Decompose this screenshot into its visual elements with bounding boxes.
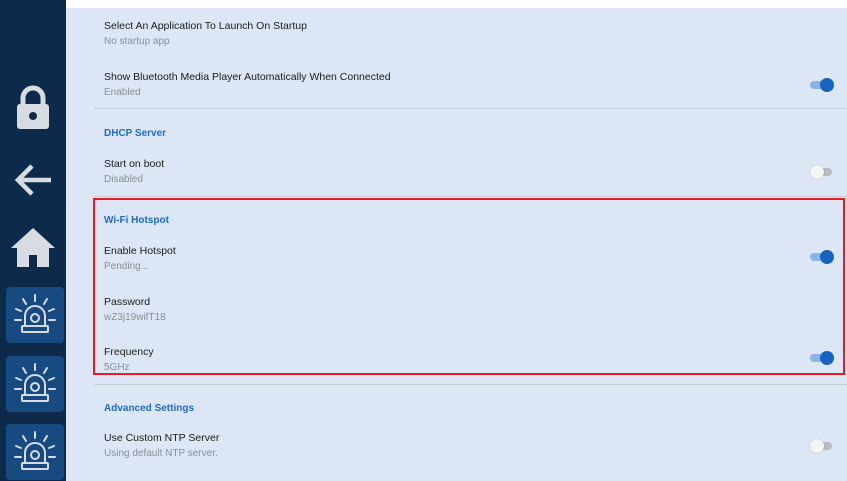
home-button[interactable] [0, 222, 66, 272]
setting-title: Use Custom NTP Server [104, 432, 220, 444]
sidebar [0, 0, 66, 481]
alarm-beacon-icon [14, 294, 56, 333]
alarm-beacon-icon [14, 363, 56, 402]
alarm-button-3[interactable] [6, 424, 64, 480]
custom-ntp-toggle[interactable] [810, 439, 834, 453]
alarm-beacon-icon [14, 431, 56, 470]
alarm-button-1[interactable] [6, 287, 64, 343]
back-button[interactable] [0, 155, 66, 205]
bluetooth-media-toggle[interactable] [810, 78, 834, 92]
setting-bluetooth-media[interactable]: Show Bluetooth Media Player Automaticall… [104, 68, 834, 104]
start-on-boot-toggle[interactable] [810, 165, 834, 179]
setting-value: No startup app [104, 36, 170, 47]
section-header-dhcp: DHCP Server [104, 128, 167, 139]
setting-start-on-boot[interactable]: Start on boot Disabled [104, 154, 834, 190]
divider [94, 384, 847, 385]
setting-title: Start on boot [104, 158, 165, 170]
setting-title: Show Bluetooth Media Player Automaticall… [104, 71, 391, 83]
settings-list: Select An Application To Launch On Start… [66, 8, 847, 481]
highlight-box [93, 198, 845, 375]
setting-value: Disabled [104, 174, 143, 185]
section-header-advanced: Advanced Settings [104, 403, 195, 414]
setting-startup-app[interactable]: Select An Application To Launch On Start… [104, 16, 834, 52]
alarm-button-2[interactable] [6, 356, 64, 412]
divider [94, 196, 847, 197]
setting-title: Select An Application To Launch On Start… [104, 20, 307, 32]
setting-value: Using default NTP server. [104, 448, 218, 459]
divider [94, 108, 847, 109]
setting-custom-ntp[interactable]: Use Custom NTP Server Using default NTP … [104, 428, 834, 464]
lock-button[interactable] [0, 80, 66, 136]
home-icon [11, 228, 55, 267]
lock-icon [17, 85, 49, 129]
back-arrow-icon [14, 164, 51, 196]
setting-value: Enabled [104, 87, 141, 98]
